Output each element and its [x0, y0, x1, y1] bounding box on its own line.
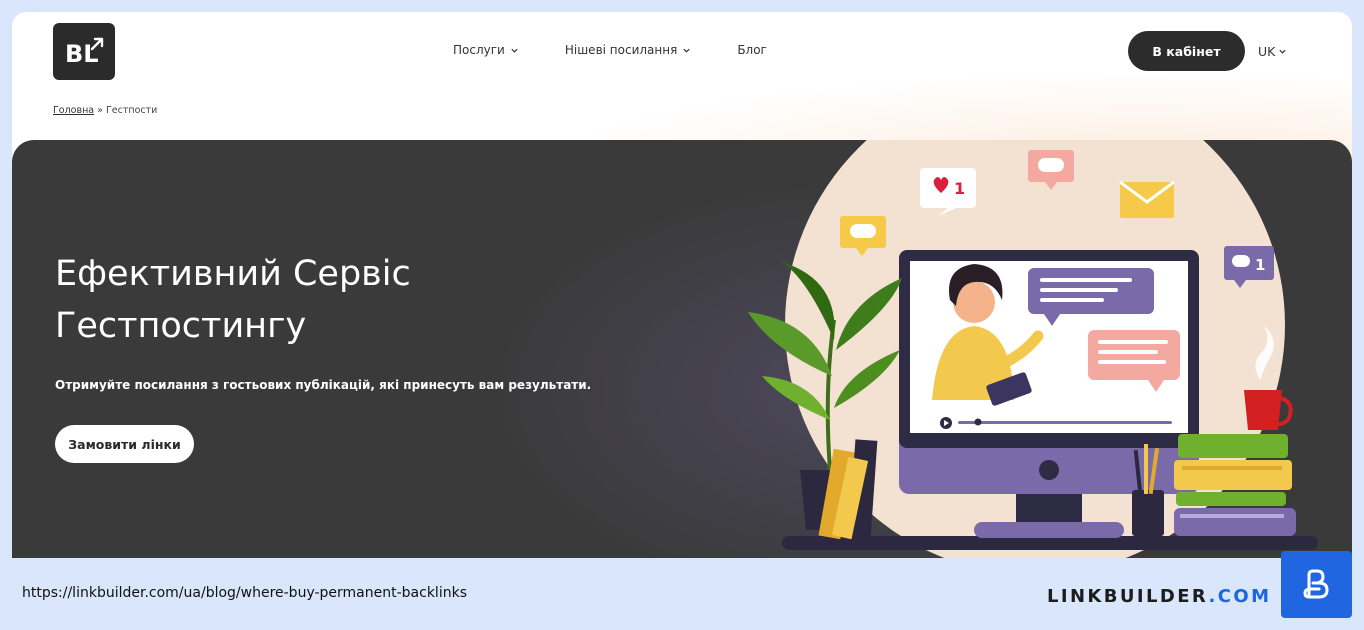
- pencil: [1144, 444, 1148, 494]
- page-url: https://linkbuilder.com/ua/blog/where-bu…: [22, 585, 467, 601]
- chevron-down-icon: [511, 48, 518, 53]
- main-nav: Послуги Нішеві посилання Блог: [453, 43, 767, 57]
- nav-item-niche-links[interactable]: Нішеві посилання: [565, 43, 691, 57]
- monitor-base: [974, 522, 1124, 538]
- site-logo[interactable]: BL: [53, 23, 115, 80]
- chevron-down-icon: [683, 48, 690, 53]
- chevron-down-icon: [1279, 49, 1286, 54]
- nav-item-label: Блог: [737, 43, 767, 57]
- likes-badge: [920, 168, 976, 208]
- coffee-cup: [1244, 390, 1282, 430]
- hero-subtitle: Отримуйте посилання з гостьових публікац…: [55, 378, 592, 392]
- webcam-dot: [1039, 460, 1059, 480]
- brand-dot: .: [1208, 586, 1218, 607]
- hero-banner: Ефективний Сервіс Гестпостингу Отримуйте…: [12, 140, 1352, 558]
- comments-count: 1: [1255, 256, 1265, 274]
- pencil-cup: [1132, 490, 1164, 536]
- hero-illustration: 1 1: [748, 140, 1318, 558]
- brand-wordmark: LINKBUILDER.COM: [1047, 586, 1271, 607]
- breadcrumb-separator: »: [94, 105, 106, 116]
- nav-item-label: Нішеві посилання: [564, 43, 678, 57]
- hero-title: Ефективний Сервіс Гестпостингу: [55, 254, 411, 346]
- breadcrumb-home-link[interactable]: Головна: [53, 105, 94, 116]
- breadcrumb: Головна » Гестпости: [53, 105, 157, 116]
- nav-item-blog[interactable]: Блог: [737, 43, 767, 57]
- linkbuilder-logo-icon: [1303, 569, 1328, 598]
- breadcrumb-current: Гестпости: [105, 105, 158, 116]
- logo-icon: BL: [65, 37, 104, 68]
- stacked-book: [1176, 492, 1286, 506]
- browser-page: BL Послуги Нішеві посилання Блог В кабін…: [12, 12, 1352, 558]
- video-progress-bar: [958, 421, 1172, 424]
- desk: [782, 536, 1318, 550]
- stacked-book: [1174, 460, 1292, 490]
- brand-logo: [1281, 551, 1352, 618]
- likes-count: 1: [954, 179, 965, 198]
- stacked-book: [1178, 434, 1288, 458]
- language-label: UK: [1258, 44, 1276, 59]
- language-selector[interactable]: UK: [1258, 44, 1287, 59]
- nav-item-services[interactable]: Послуги: [453, 43, 519, 57]
- stacked-book: [1174, 508, 1296, 536]
- monitor-stand: [1016, 494, 1082, 524]
- brand-tld: COM: [1217, 586, 1272, 607]
- cabinet-button[interactable]: В кабінет: [1128, 31, 1245, 71]
- screen-bubble-pink: [1088, 330, 1180, 380]
- svg-text:BL: BL: [65, 40, 99, 68]
- order-links-button[interactable]: Замовити лінки: [55, 425, 194, 463]
- brand-name: LINKBUILDER: [1047, 586, 1209, 607]
- nav-item-label: Послуги: [453, 43, 505, 57]
